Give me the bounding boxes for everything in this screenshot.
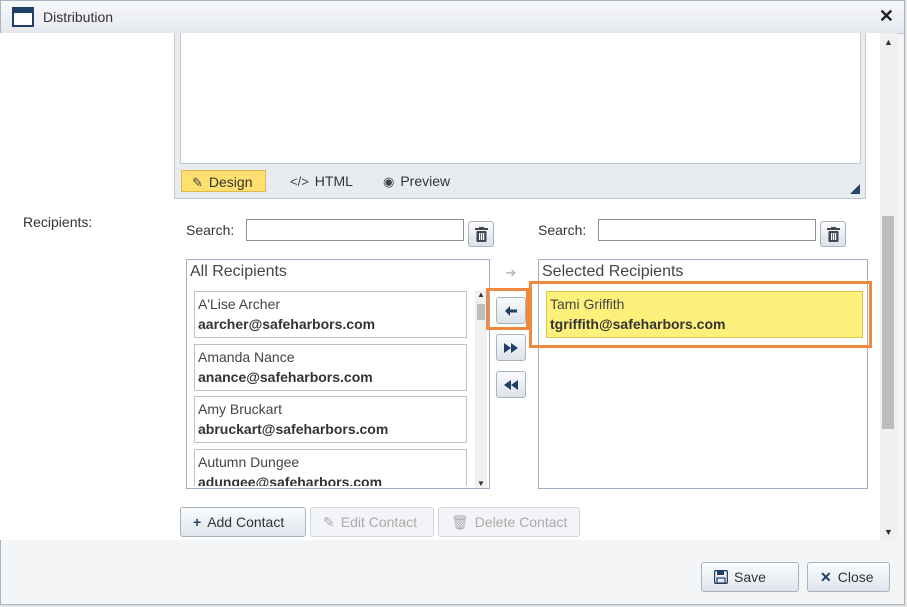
scroll-thumb[interactable]	[882, 216, 894, 429]
remove-all-button[interactable]	[496, 371, 526, 398]
trash-icon: 🗑	[451, 514, 469, 530]
double-arrow-left-icon	[504, 380, 518, 390]
double-arrow-right-icon	[504, 343, 518, 353]
clear-search-all-button[interactable]	[468, 221, 494, 247]
close-icon[interactable]: ✕	[879, 6, 894, 27]
title-bar: Distribution ✕	[1, 1, 904, 34]
all-recipients-list: All Recipients A'Lise Archer aarcher@saf…	[186, 259, 490, 489]
eye-icon: ◉	[383, 174, 395, 189]
trash-icon	[475, 227, 488, 242]
dialog-title: Distribution	[43, 9, 114, 25]
content-scrollbar[interactable]: ▲ ▼	[880, 33, 897, 540]
all-recipients-scroll: A'Lise Archer aarcher@safeharbors.com Am…	[189, 288, 474, 486]
floppy-disk-icon	[713, 569, 729, 585]
add-all-button[interactable]	[496, 334, 526, 361]
editor-text-area[interactable]	[180, 33, 861, 164]
scroll-thumb[interactable]	[477, 304, 485, 320]
all-recipients-scrollbar[interactable]: ▲ ▼	[475, 290, 487, 488]
clear-search-selected-button[interactable]	[820, 221, 846, 247]
remove-selected-button[interactable]	[496, 297, 526, 324]
trash-icon	[827, 227, 840, 242]
list-item[interactable]: Tami Griffith tgriffith@safeharbors.com	[546, 291, 863, 338]
add-selected-button[interactable]: ➔	[496, 259, 526, 286]
pencil-icon: ✎	[192, 175, 203, 190]
selected-recipients-header: Selected Recipients	[542, 263, 684, 280]
dialog-content: ✎ Design </> HTML ◉ Preview Recipients: Sea…	[0, 33, 880, 540]
edit-contact-button[interactable]: ✎ Edit Contact	[310, 507, 434, 537]
scroll-up-icon[interactable]: ▲	[884, 37, 893, 47]
add-contact-button[interactable]: + Add Contact	[180, 507, 306, 537]
window-icon	[12, 7, 34, 27]
tab-preview[interactable]: ◉ Preview	[373, 170, 462, 192]
selected-recipients-scroll: Tami Griffith tgriffith@safeharbors.com	[541, 288, 865, 486]
search-input-selected[interactable]	[598, 219, 816, 241]
tab-design[interactable]: ✎ Design	[181, 170, 266, 192]
plus-icon: +	[193, 514, 202, 530]
close-icon: ✕	[820, 569, 832, 585]
list-item[interactable]: Amanda Nance anance@safeharbors.com	[194, 344, 467, 391]
delete-contact-button[interactable]: 🗑 Delete Contact	[438, 507, 580, 537]
resize-grip-icon[interactable]	[850, 184, 860, 194]
all-recipients-header: All Recipients	[190, 263, 287, 280]
close-button[interactable]: ✕ Close	[807, 562, 890, 592]
scroll-down-icon[interactable]: ▼	[884, 527, 893, 537]
search-input-all[interactable]	[246, 219, 464, 241]
tab-html[interactable]: </> HTML	[280, 170, 365, 192]
list-item[interactable]: Autumn Dungee adungee@safeharbors.com	[194, 449, 467, 486]
save-button[interactable]: Save	[701, 562, 799, 592]
arrow-left-icon	[505, 306, 517, 316]
code-icon: </>	[290, 174, 309, 189]
list-item[interactable]: A'Lise Archer aarcher@safeharbors.com	[194, 291, 467, 338]
recipients-label: Recipients:	[23, 214, 93, 230]
message-editor: ✎ Design </> HTML ◉ Preview	[174, 33, 866, 199]
scroll-up-icon[interactable]: ▲	[477, 290, 485, 299]
list-item[interactable]: Amy Bruckart abruckart@safeharbors.com	[194, 396, 467, 443]
search-label-selected: Search:	[538, 222, 587, 238]
pencil-icon: ✎	[323, 514, 335, 530]
selected-recipients-list: Selected Recipients Tami Griffith tgriff…	[538, 259, 868, 489]
search-label-all: Search:	[186, 222, 235, 238]
scroll-down-icon[interactable]: ▼	[477, 479, 485, 488]
